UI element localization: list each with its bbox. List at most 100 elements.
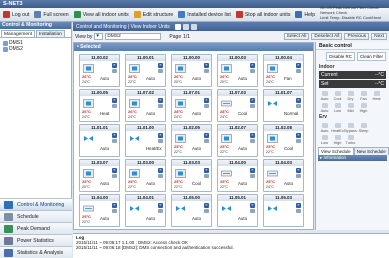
- mode-icon: [321, 91, 328, 96]
- erv-fan-high-button[interactable]: High: [331, 133, 344, 145]
- fullscreen-button[interactable]: Full screen: [34, 11, 69, 18]
- ventilator-icon: [267, 204, 278, 213]
- indoor-unit-card[interactable]: 11.00.01 ≡ 26°C 22°C Auto: [125, 54, 166, 87]
- unit-status-badge: ≡: [112, 63, 117, 68]
- toolbar-label: View all indoor units: [82, 11, 129, 18]
- indoor-unit-card[interactable]: 11.00.04 ≡ 26°C 24°C Fan: [263, 54, 304, 87]
- mode-dry-button[interactable]: Dry: [344, 89, 357, 101]
- tree-node-dms2[interactable]: DMS2: [3, 46, 68, 52]
- detail-view-icon[interactable]: [190, 23, 197, 30]
- indoor-unit-card[interactable]: 11.02.05 ≡ 25°C 22°C Auto: [171, 124, 212, 157]
- erv-mode-heatex-button[interactable]: HeatEx: [331, 121, 344, 133]
- nav-peak-demand[interactable]: Peak Demand: [0, 222, 72, 234]
- nav-schedule[interactable]: Schedule: [0, 210, 72, 222]
- indoor-unit-card[interactable]: 11.02.07 ≡ 25°C 22°C Auto: [217, 124, 258, 157]
- unit-temp: 25°C: [174, 144, 183, 149]
- unit-lock-badge: [296, 139, 301, 143]
- mode-label: Sleep: [358, 129, 369, 133]
- erv-mode-auto-button[interactable]: Auto: [318, 121, 331, 133]
- fan-low-button[interactable]: Low: [331, 101, 344, 113]
- unit-mode: Fan: [284, 76, 292, 81]
- erv-fan-icon: [334, 135, 341, 140]
- unit-status-badge: ≡: [250, 168, 255, 173]
- previous-button[interactable]: Previous: [344, 33, 370, 40]
- indoor-unit-card[interactable]: 11.03.07 ≡ 25°C 20°C Auto: [79, 159, 120, 192]
- nav-power-statistics[interactable]: Power Statistics: [0, 234, 72, 246]
- indoor-unit-card[interactable]: 11.01.00 ≡ Heat/Ex: [125, 124, 166, 157]
- indoor-unit-card[interactable]: 11.04.01 ≡ Auto: [125, 194, 166, 227]
- tree-node-label: DMS2: [9, 46, 23, 52]
- fan-mid-button[interactable]: Mid: [344, 101, 357, 113]
- cassette-unit-icon: [175, 99, 186, 108]
- indoor-unit-card[interactable]: 11.05.00 ≡ Auto: [171, 194, 212, 227]
- mode-heat-button[interactable]: Heat: [370, 89, 383, 101]
- indoor-unit-card[interactable]: 11.04.00 ≡ 25°C 22°C Auto: [217, 159, 258, 192]
- tab-view-schedule[interactable]: View Schedule: [318, 147, 354, 155]
- tab-management[interactable]: Management: [1, 30, 35, 37]
- unit-lock-badge: [204, 69, 209, 73]
- power-statistics-icon: [4, 236, 13, 245]
- set-temp[interactable]: Set --°C: [319, 80, 386, 88]
- indoor-unit-card[interactable]: 11.07.01 ≡ 28°C 24°C Auto: [171, 89, 212, 122]
- clean-filter-button[interactable]: Clean Filter: [356, 52, 386, 61]
- indoor-unit-card[interactable]: 11.00.05 ≡ 26°C 24°C Heat: [79, 89, 120, 122]
- unit-name: 11.02.05: [172, 125, 211, 131]
- unit-status-badge: ≡: [204, 98, 209, 103]
- grid-view-icon[interactable]: [174, 23, 181, 30]
- help-button[interactable]: Help: [295, 11, 315, 18]
- erv-label: Erv: [319, 114, 328, 120]
- edit-structure-button[interactable]: Edit structure: [133, 11, 173, 18]
- indoor-unit-card[interactable]: 11.00.03 ≡ 26°C 20°C Auto: [217, 54, 258, 87]
- unit-status-badge: ≡: [296, 98, 301, 103]
- fan-high-button[interactable]: High: [357, 101, 370, 113]
- erv-fan-low-button[interactable]: Low: [318, 133, 331, 145]
- indoor-unit-card[interactable]: 11.00.02 ≡ 26°C 24°C Auto: [79, 54, 120, 87]
- mode-label: Heat: [372, 97, 381, 101]
- indoor-unit-card[interactable]: 11.05.03 ≡: [263, 194, 304, 227]
- nav-statistics-analysis[interactable]: Statistics & Analysis: [0, 246, 72, 258]
- mode-auto-button[interactable]: Auto: [318, 89, 331, 101]
- select-all-button[interactable]: Select All: [283, 33, 310, 40]
- tab-new-schedule[interactable]: New Schedule: [353, 147, 389, 155]
- list-view-icon[interactable]: [182, 23, 189, 30]
- logout-button[interactable]: Log out: [3, 11, 29, 18]
- erv-mode-bypass-button[interactable]: Bypass: [344, 121, 357, 133]
- fan-auto-button[interactable]: Auto: [318, 101, 331, 113]
- view-by-select[interactable]: ▾: [94, 33, 104, 40]
- erv-mode-sleep-button[interactable]: Sleep: [357, 121, 370, 133]
- toolbar-label: Help: [304, 11, 316, 18]
- control-monitoring-icon: [4, 200, 13, 209]
- unit-mode: Auto: [100, 76, 110, 81]
- tab-installation[interactable]: Installation: [36, 30, 65, 37]
- indoor-unit-card[interactable]: 11.01.01 ≡ Auto: [79, 124, 120, 157]
- erv-fan-turbo-button[interactable]: Turbo: [344, 133, 357, 145]
- nav-control-monitoring[interactable]: Control & Monitoring: [0, 198, 72, 210]
- indoor-unit-card[interactable]: 11.04.03 ≡ 25°C 24°C Auto: [263, 159, 304, 192]
- indoor-unit-card[interactable]: 11.03.00 ≡ 25°C 22°C Auto: [125, 159, 166, 192]
- location-select[interactable]: DMS2: [105, 33, 162, 40]
- mode-fan-button[interactable]: Fan: [357, 89, 370, 101]
- disable-rc-button[interactable]: Disable RC: [326, 52, 355, 61]
- deselect-all-button[interactable]: Deselect All: [311, 33, 343, 40]
- indoor-unit-card[interactable]: 11.04.00 ≡ 25°C 22°C Auto: [79, 194, 120, 227]
- indoor-unit-card[interactable]: 11.07.02 ≡ 26°C 24°C Auto: [125, 89, 166, 122]
- indoor-unit-card[interactable]: 11.02.08 ≡ 25°C 22°C Cool: [263, 124, 304, 157]
- mode-icon: [373, 91, 380, 96]
- mode-label: High: [359, 109, 368, 113]
- indoor-unit-card[interactable]: 11.05.01 ≡ Auto: [217, 194, 258, 227]
- unit-lock-badge: [158, 209, 163, 213]
- unit-status-badge: ≡: [204, 168, 209, 173]
- help-icon: [295, 11, 303, 18]
- next-button[interactable]: Next: [371, 33, 387, 40]
- indoor-unit-card[interactable]: 11.01.07 ≡ Normal: [263, 89, 304, 122]
- view-all-button[interactable]: View all indoor units: [73, 11, 129, 18]
- mode-cool-button[interactable]: Cool: [331, 89, 344, 101]
- indoor-unit-card[interactable]: 11.03.03 ≡ 25°C 22°C Cool: [171, 159, 212, 192]
- indoor-unit-card[interactable]: 11.07.03 ≡ 28°C 24°C Cool: [217, 89, 258, 122]
- indoor-unit-card[interactable]: 11.00.00 ≡ 26°C 20°C Auto: [171, 54, 212, 87]
- unit-name: 11.00.02: [80, 55, 119, 61]
- device-list-button[interactable]: Installed device list: [178, 11, 231, 18]
- cassette-unit-icon: [267, 64, 278, 73]
- ventilator-icon: [129, 134, 140, 143]
- stop-button[interactable]: Stop all indoor units: [235, 11, 290, 18]
